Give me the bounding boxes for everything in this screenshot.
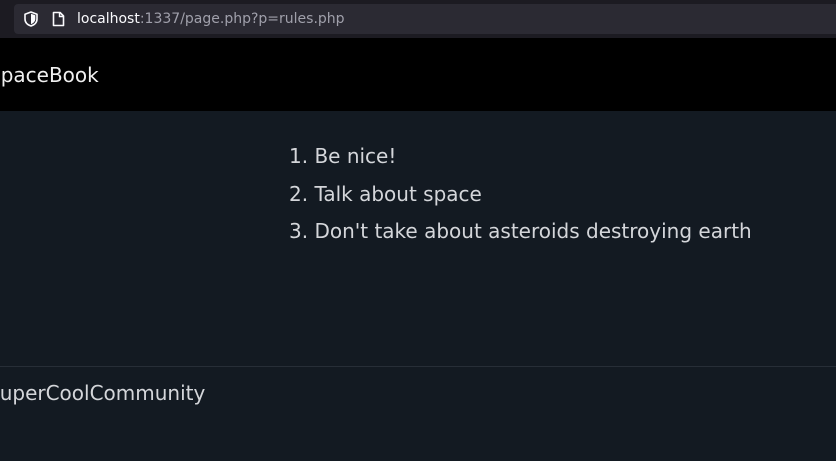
rule-item: 1. Be nice!	[289, 144, 397, 168]
url-text[interactable]: localhost:1337/page.php?p=rules.php	[77, 10, 345, 28]
site-header: SpaceBook	[0, 38, 836, 111]
address-bar[interactable]: localhost:1337/page.php?p=rules.php	[14, 4, 836, 34]
site-brand[interactable]: SpaceBook	[0, 63, 99, 87]
rule-item: 3. Don't take about asteroids destroying…	[289, 219, 752, 243]
browser-toolbar: localhost:1337/page.php?p=rules.php	[0, 0, 836, 38]
shield-icon[interactable]	[24, 11, 38, 27]
rule-item: 2. Talk about space	[289, 181, 482, 206]
footer-text: SuperCoolCommunity	[0, 381, 206, 405]
rules-list: 1. Be nice! 2. Talk about space 3. Don't…	[289, 144, 752, 257]
page-info-icon[interactable]	[52, 11, 65, 27]
site-footer: SuperCoolCommunity	[0, 366, 836, 461]
main-content: 1. Be nice! 2. Talk about space 3. Don't…	[0, 111, 836, 366]
url-host: localhost	[77, 11, 140, 27]
url-path: :1337/page.php?p=rules.php	[139, 11, 345, 27]
